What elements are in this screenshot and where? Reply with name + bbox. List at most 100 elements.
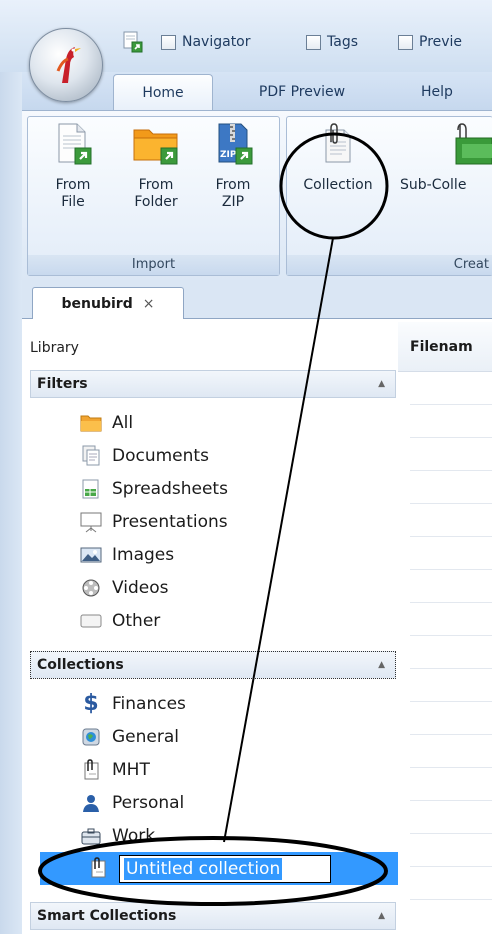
- row-divider: [410, 437, 492, 438]
- smart-collections-section-header[interactable]: Smart Collections ▲: [30, 902, 396, 930]
- toggle-navigator[interactable]: Navigator: [161, 31, 251, 53]
- window-frame: [0, 72, 22, 934]
- collection-general[interactable]: General: [80, 720, 179, 753]
- row-divider: [410, 668, 492, 669]
- film-reel-icon: [80, 577, 102, 599]
- globe-icon: [80, 726, 102, 748]
- filter-spreadsheets[interactable]: Spreadsheets: [80, 472, 228, 505]
- document-tab-label: benubird: [61, 296, 133, 312]
- collection-personal[interactable]: Personal: [80, 786, 184, 819]
- filters-header-label: Filters: [37, 376, 88, 392]
- import-group-label: Import: [28, 255, 279, 275]
- library-title: Library: [30, 340, 79, 356]
- library-panel: [22, 319, 399, 934]
- row-divider: [410, 734, 492, 735]
- collection-finances[interactable]: $ Finances: [80, 687, 186, 720]
- clip-document-icon: [80, 758, 102, 781]
- from-folder-label-1: From: [138, 177, 174, 193]
- zip-badge-text: ZIP: [220, 150, 237, 160]
- spreadsheet-icon: [80, 478, 102, 500]
- tab-home[interactable]: Home: [113, 74, 213, 111]
- add-file-icon: [123, 31, 143, 53]
- quick-access-save[interactable]: [122, 31, 144, 53]
- other-icon: [80, 610, 102, 632]
- new-sub-collection-button[interactable]: Sub-Colle: [400, 118, 492, 194]
- filter-label: Videos: [112, 577, 169, 598]
- filter-label: Other: [112, 610, 161, 631]
- filter-label: Presentations: [112, 511, 228, 532]
- filter-all[interactable]: All: [80, 406, 133, 439]
- filter-label: All: [112, 412, 134, 433]
- from-zip-button[interactable]: ZIP From ZIP: [200, 118, 266, 211]
- clip-document-icon: [88, 857, 110, 881]
- from-folder-label-2: Folder: [134, 194, 178, 210]
- filter-presentations[interactable]: Presentations: [80, 505, 228, 538]
- filter-videos[interactable]: Videos: [80, 571, 169, 604]
- bird-logo-icon: [56, 47, 81, 83]
- person-icon: [80, 792, 102, 814]
- row-divider: [410, 899, 492, 900]
- filter-documents[interactable]: Documents: [80, 439, 209, 472]
- tab-help[interactable]: Help: [392, 74, 482, 110]
- collection-icon: [325, 123, 351, 163]
- filter-images[interactable]: Images: [80, 538, 174, 571]
- presentation-icon: [80, 511, 102, 533]
- row-divider: [410, 404, 492, 405]
- filter-label: Documents: [112, 445, 209, 466]
- tags-label: Tags: [327, 34, 358, 50]
- row-divider: [410, 701, 492, 702]
- image-icon: [80, 544, 102, 566]
- row-divider: [410, 536, 492, 537]
- row-divider: [410, 800, 492, 801]
- collection-label: General: [112, 726, 179, 747]
- row-divider: [410, 833, 492, 834]
- row-divider: [410, 470, 492, 471]
- toggle-tags[interactable]: Tags: [306, 31, 358, 53]
- collapse-smart-collections-icon[interactable]: ▲: [378, 911, 385, 921]
- tags-checkbox[interactable]: [306, 34, 321, 50]
- file-import-icon: [58, 123, 92, 165]
- filter-label: Images: [112, 544, 175, 565]
- collection-mht[interactable]: MHT: [80, 753, 150, 786]
- navigator-checkbox[interactable]: [161, 34, 176, 50]
- row-divider: [410, 503, 492, 504]
- from-zip-label-1: From: [215, 177, 251, 193]
- collection-label: Work: [112, 825, 156, 846]
- close-tab-icon[interactable]: ×: [143, 296, 155, 312]
- row-divider: [410, 635, 492, 636]
- new-collection-button[interactable]: Collection: [290, 118, 386, 194]
- filename-column-header[interactable]: Filenam: [398, 322, 492, 372]
- briefcase-icon: [80, 825, 102, 847]
- filter-other[interactable]: Other: [80, 604, 160, 637]
- toggle-preview[interactable]: Previe: [398, 31, 462, 53]
- row-divider: [410, 767, 492, 768]
- preview-checkbox[interactable]: [398, 34, 413, 50]
- row-divider: [410, 866, 492, 867]
- filter-label: Spreadsheets: [112, 478, 228, 499]
- collection-name-selection[interactable]: Untitled collection: [124, 858, 283, 880]
- from-file-label-1: From: [55, 177, 91, 193]
- from-zip-label-2: ZIP: [221, 194, 245, 210]
- collapse-filters-icon[interactable]: ▲: [378, 379, 385, 389]
- document-tab-benubird[interactable]: benubird ×: [32, 287, 184, 320]
- collapse-collections-icon[interactable]: ▲: [378, 660, 385, 670]
- tab-pdf-preview[interactable]: PDF Preview: [237, 74, 367, 110]
- smart-collections-header-label: Smart Collections: [37, 908, 177, 924]
- collection-label: Finances: [112, 693, 186, 714]
- filters-section-header[interactable]: Filters ▲: [30, 370, 396, 398]
- row-divider: [410, 569, 492, 570]
- app-menu-orb[interactable]: [29, 28, 103, 102]
- sub-collection-label: Sub-Colle: [400, 177, 467, 193]
- zip-import-icon: ZIP: [218, 123, 253, 165]
- from-file-button[interactable]: From File: [38, 118, 108, 211]
- folder-icon: [80, 412, 102, 434]
- from-folder-button[interactable]: From Folder: [116, 118, 196, 211]
- collections-section-header[interactable]: Collections ▲: [30, 651, 396, 679]
- collection-label: Collection: [303, 177, 373, 193]
- collections-header-label: Collections: [37, 657, 124, 673]
- collection-work[interactable]: Work: [80, 819, 155, 852]
- preview-label: Previe: [419, 34, 463, 50]
- sub-collection-icon: [455, 123, 492, 165]
- file-list-panel: [398, 319, 492, 934]
- row-divider: [410, 602, 492, 603]
